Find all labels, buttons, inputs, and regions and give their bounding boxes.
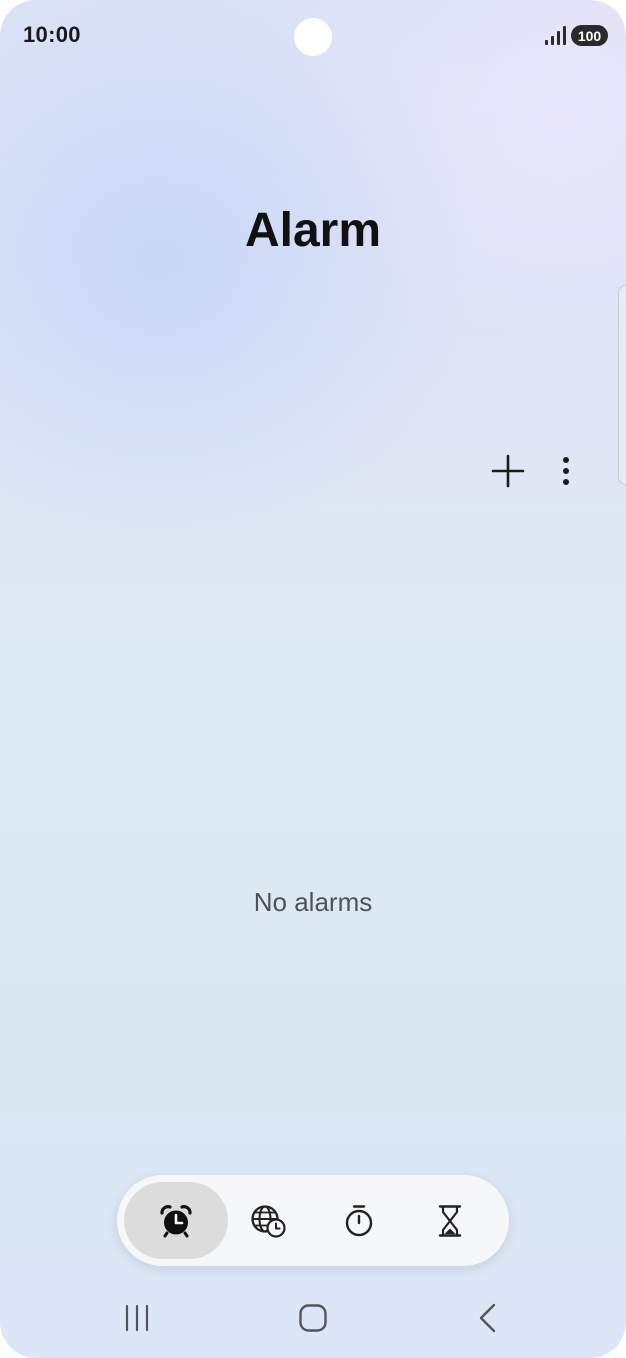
- add-alarm-button[interactable]: [487, 450, 529, 492]
- world-clock-icon: [251, 1204, 286, 1238]
- page-title: Alarm: [244, 204, 382, 257]
- alarm-screen: 10:00 100 Alarm No alarms: [0, 0, 626, 1358]
- back-button[interactable]: [458, 1290, 518, 1346]
- more-options-button[interactable]: [547, 450, 585, 492]
- tab-stopwatch[interactable]: [307, 1182, 411, 1259]
- tab-timer[interactable]: [398, 1182, 502, 1259]
- battery-indicator: 100: [571, 25, 608, 46]
- recents-button[interactable]: [107, 1290, 167, 1346]
- stopwatch-icon: [345, 1204, 373, 1236]
- tab-world-clock[interactable]: [216, 1182, 320, 1259]
- bottom-tab-bar: [117, 1175, 509, 1266]
- edge-panel-handle[interactable]: [618, 285, 626, 485]
- tab-alarm[interactable]: [124, 1182, 228, 1259]
- camera-cutout: [294, 18, 332, 56]
- hourglass-timer-icon: [438, 1204, 462, 1237]
- more-vertical-icon: [563, 457, 569, 485]
- empty-state-message: No alarms: [253, 887, 373, 917]
- plus-icon: [491, 454, 525, 488]
- system-navigation-bar: [0, 1290, 626, 1346]
- alarm-clock-icon: [160, 1204, 192, 1237]
- recents-icon: [125, 1304, 149, 1332]
- status-time: 10:00: [23, 22, 81, 47]
- home-button[interactable]: [283, 1290, 343, 1346]
- home-icon: [299, 1304, 327, 1332]
- back-icon: [479, 1303, 496, 1333]
- signal-bars-icon: [545, 26, 566, 45]
- status-bar: 10:00 100: [0, 0, 626, 72]
